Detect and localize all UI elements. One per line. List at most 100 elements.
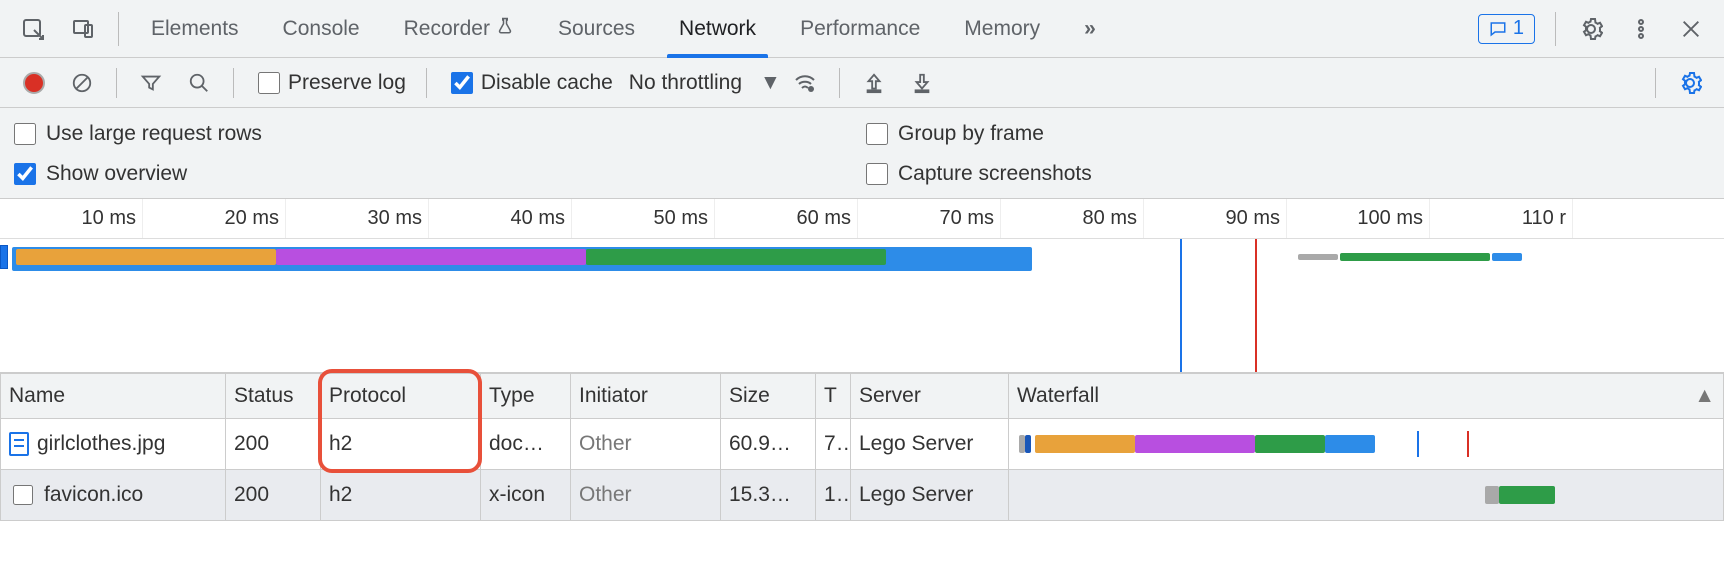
record-button[interactable] — [16, 65, 52, 101]
capture-screenshots-checkbox[interactable]: Capture screenshots — [862, 160, 1714, 188]
timeline-bar — [886, 249, 1030, 265]
upload-har-icon[interactable] — [856, 65, 892, 101]
waterfall-row — [1017, 480, 1715, 510]
wf-segment — [1025, 435, 1031, 453]
tab-performance[interactable]: Performance — [778, 0, 942, 57]
use-large-rows-input[interactable] — [14, 123, 36, 145]
issues-badge[interactable]: 1 — [1478, 14, 1535, 44]
tab-console[interactable]: Console — [261, 0, 382, 57]
network-table-wrap: Name Status Protocol Type Initiator Size… — [0, 373, 1724, 521]
initiator-cell: Other — [571, 470, 721, 521]
tick-label: 90 ms — [1226, 207, 1280, 230]
show-overview-checkbox[interactable]: Show overview — [10, 160, 862, 188]
filter-icon[interactable] — [133, 65, 169, 101]
disable-cache-input[interactable] — [451, 72, 473, 94]
col-type[interactable]: Type — [481, 374, 571, 419]
tabs-overflow[interactable]: » — [1062, 0, 1118, 57]
preserve-log-label: Preserve log — [288, 71, 406, 95]
network-conditions-icon[interactable] — [787, 65, 823, 101]
col-initiator[interactable]: Initiator — [571, 374, 721, 419]
devtools-top-bar: Elements Console Recorder Sources Networ… — [0, 0, 1724, 58]
group-by-frame-input[interactable] — [866, 123, 888, 145]
wf-segment — [1499, 486, 1555, 504]
col-size[interactable]: Size — [721, 374, 816, 419]
col-protocol[interactable]: Protocol — [321, 374, 481, 419]
protocol-cell: h2 — [321, 419, 481, 470]
waterfall-row — [1017, 429, 1715, 459]
preserve-log-checkbox[interactable]: Preserve log — [254, 69, 406, 97]
network-table: Name Status Protocol Type Initiator Size… — [0, 373, 1724, 521]
col-name[interactable]: Name — [1, 374, 226, 419]
tab-label: Elements — [151, 17, 239, 41]
tick-label: 110 r — [1522, 207, 1566, 230]
timeline-bar — [276, 249, 586, 265]
row-checkbox[interactable] — [13, 485, 33, 505]
sort-arrow-icon: ▲ — [1694, 384, 1715, 408]
show-overview-input[interactable] — [14, 163, 36, 185]
load-marker — [1255, 239, 1257, 372]
chat-icon — [1489, 20, 1507, 38]
col-status[interactable]: Status — [226, 374, 321, 419]
settings-icon[interactable] — [1570, 8, 1612, 50]
network-settings-icon[interactable] — [1672, 65, 1708, 101]
search-icon[interactable] — [181, 65, 217, 101]
timeline-bar — [1340, 253, 1490, 261]
table-row[interactable]: favicon.ico 200 h2 x-icon Other 15.3… 1.… — [1, 470, 1724, 521]
device-toggle-icon[interactable] — [62, 8, 104, 50]
tick-label: 40 ms — [511, 207, 565, 230]
server-cell: Lego Server — [851, 470, 1009, 521]
divider — [1555, 12, 1556, 46]
col-time[interactable]: T — [816, 374, 851, 419]
use-large-rows-checkbox[interactable]: Use large request rows — [10, 120, 862, 148]
col-server[interactable]: Server — [851, 374, 1009, 419]
protocol-cell: h2 — [321, 470, 481, 521]
status-cell: 200 — [226, 419, 321, 470]
tab-label: Recorder — [404, 17, 490, 41]
tick-label: 20 ms — [225, 207, 279, 230]
tab-recorder[interactable]: Recorder — [382, 0, 536, 57]
wf-segment — [1255, 435, 1325, 453]
timeline-bar — [1298, 254, 1338, 260]
status-cell: 200 — [226, 470, 321, 521]
preserve-log-input[interactable] — [258, 72, 280, 94]
throttling-select[interactable]: No throttling ▼ — [629, 71, 781, 95]
clear-button[interactable] — [64, 65, 100, 101]
tick-label: 70 ms — [940, 207, 994, 230]
wf-marker — [1417, 431, 1419, 457]
network-toolbar: Preserve log Disable cache No throttling… — [0, 58, 1724, 108]
size-cell: 60.9… — [721, 419, 816, 470]
divider — [233, 68, 234, 98]
tab-label: Network — [679, 17, 756, 41]
network-options: Use large request rows Show overview Gro… — [0, 108, 1724, 199]
wf-marker — [1467, 431, 1469, 457]
wf-segment — [1485, 486, 1499, 504]
capture-screenshots-input[interactable] — [866, 163, 888, 185]
wf-segment — [1035, 435, 1135, 453]
waterfall-cell — [1009, 470, 1724, 521]
tab-sources[interactable]: Sources — [536, 0, 657, 57]
server-cell: Lego Server — [851, 419, 1009, 470]
document-icon — [9, 432, 29, 456]
tab-memory[interactable]: Memory — [942, 0, 1062, 57]
tab-network[interactable]: Network — [657, 0, 778, 57]
table-row[interactable]: girlclothes.jpg 200 h2 doc… Other 60.9… … — [1, 419, 1724, 470]
file-name: girlclothes.jpg — [37, 432, 165, 456]
divider — [116, 68, 117, 98]
throttling-label: No throttling — [629, 71, 742, 95]
type-cell: x-icon — [481, 470, 571, 521]
tick-label: 60 ms — [797, 207, 851, 230]
tab-list: Elements Console Recorder Sources Networ… — [129, 0, 1468, 57]
flask-icon — [496, 17, 514, 41]
tab-elements[interactable]: Elements — [129, 0, 261, 57]
group-by-frame-checkbox[interactable]: Group by frame — [862, 120, 1714, 148]
inspect-icon[interactable] — [12, 8, 54, 50]
timeline-overview[interactable]: 10 ms 20 ms 30 ms 40 ms 50 ms 60 ms 70 m… — [0, 199, 1724, 373]
tab-label: Console — [283, 17, 360, 41]
close-icon[interactable] — [1670, 8, 1712, 50]
col-waterfall[interactable]: Waterfall▲ — [1009, 374, 1724, 419]
download-har-icon[interactable] — [904, 65, 940, 101]
kebab-icon[interactable] — [1620, 8, 1662, 50]
disable-cache-checkbox[interactable]: Disable cache — [447, 69, 613, 97]
divider — [426, 68, 427, 98]
capture-screenshots-label: Capture screenshots — [898, 162, 1092, 186]
